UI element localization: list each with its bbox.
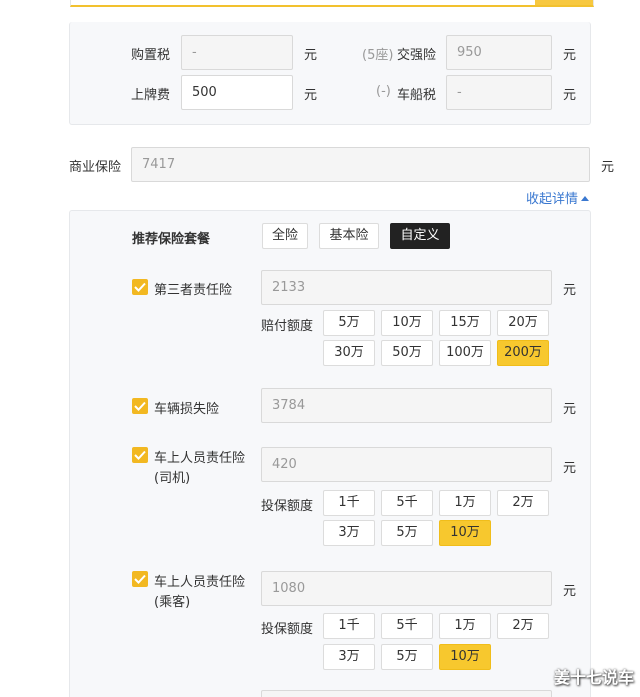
amount-option[interactable]: 30万 (323, 340, 375, 366)
checkmark-icon (134, 574, 146, 584)
amount-option[interactable]: 5千 (381, 490, 433, 516)
unit-label: 元 (304, 48, 318, 63)
checkmark-icon (134, 401, 146, 411)
amount-option[interactable]: 20万 (497, 310, 549, 336)
vehicle-loss-label: 车辆损失险 (154, 402, 220, 417)
vessel-tax-note: (-) (376, 84, 391, 99)
package-basic-button[interactable]: 基本险 (319, 223, 379, 249)
driver-liability-field: 420 (261, 447, 552, 482)
compulsory-insurance-label: 交强险 (397, 48, 437, 63)
collapse-details-label: 收起详情 (526, 192, 579, 207)
amount-option[interactable]: 5万 (381, 520, 433, 546)
amount-option-selected[interactable]: 10万 (439, 644, 491, 670)
amount-option[interactable]: 2万 (497, 490, 549, 516)
amount-option[interactable]: 5万 (381, 644, 433, 670)
next-coverage-field (261, 690, 552, 697)
amount-option[interactable]: 1万 (439, 613, 491, 639)
third-party-label: 第三者责任险 (154, 283, 233, 298)
unit-label: 元 (563, 283, 577, 298)
driver-amount-label: 投保额度 (261, 499, 314, 514)
amount-option[interactable]: 50万 (381, 340, 433, 366)
passenger-amount-label: 投保额度 (261, 622, 314, 637)
vessel-tax-label: 车船税 (397, 88, 437, 103)
plate-fee-label: 上牌费 (131, 88, 171, 103)
checkmark-icon (134, 450, 146, 460)
commercial-insurance-label: 商业保险 (69, 160, 122, 175)
third-party-field: 2133 (261, 270, 552, 305)
top-form-strip (70, 0, 594, 7)
collapse-details-link[interactable]: 收起详情 (526, 188, 590, 207)
unit-label: 元 (563, 88, 577, 103)
vessel-tax-field: - (446, 75, 552, 110)
package-full-button[interactable]: 全险 (262, 223, 308, 249)
recommended-packages-label: 推荐保险套餐 (132, 232, 211, 247)
amount-option[interactable]: 100万 (439, 340, 491, 366)
amount-option-selected[interactable]: 200万 (497, 340, 549, 366)
compulsory-insurance-field: 950 (446, 35, 552, 70)
commercial-insurance-field: 7417 (131, 147, 590, 182)
passenger-liability-sublabel: (乘客) (154, 595, 191, 610)
amount-option[interactable]: 2万 (497, 613, 549, 639)
driver-liability-label: 车上人员责任险 (154, 451, 246, 466)
package-custom-button[interactable]: 自定义 (390, 223, 450, 249)
vehicle-loss-checkbox[interactable] (132, 398, 148, 414)
amount-option[interactable]: 1千 (323, 613, 375, 639)
compulsory-seat-note: (5座) (362, 48, 394, 63)
unit-label: 元 (601, 160, 615, 175)
unit-label: 元 (563, 402, 577, 417)
amount-option[interactable]: 5千 (381, 613, 433, 639)
amount-option-selected[interactable]: 10万 (439, 520, 491, 546)
passenger-liability-label: 车上人员责任险 (154, 575, 246, 590)
amount-option[interactable]: 15万 (439, 310, 491, 336)
watermark: 姜十七说车 (553, 668, 634, 687)
amount-option[interactable]: 3万 (323, 520, 375, 546)
amount-option[interactable]: 1千 (323, 490, 375, 516)
top-accent-button[interactable] (535, 0, 593, 5)
amount-option[interactable]: 10万 (381, 310, 433, 336)
unit-label: 元 (563, 48, 577, 63)
passenger-liability-checkbox[interactable] (132, 571, 148, 587)
purchase-tax-field: - (181, 35, 293, 70)
third-party-amount-label: 赔付额度 (261, 319, 314, 334)
amount-option[interactable]: 1万 (439, 490, 491, 516)
vehicle-loss-field: 3784 (261, 388, 552, 423)
purchase-tax-label: 购置税 (131, 48, 171, 63)
plate-fee-input[interactable]: 500 (181, 75, 293, 110)
unit-label: 元 (563, 584, 577, 599)
unit-label: 元 (563, 461, 577, 476)
checkmark-icon (134, 282, 146, 292)
amount-option[interactable]: 3万 (323, 644, 375, 670)
third-party-checkbox[interactable] (132, 279, 148, 295)
passenger-liability-field: 1080 (261, 571, 552, 606)
driver-liability-sublabel: (司机) (154, 471, 191, 486)
driver-liability-checkbox[interactable] (132, 447, 148, 463)
amount-option[interactable]: 5万 (323, 310, 375, 336)
caret-up-icon (581, 196, 590, 201)
unit-label: 元 (304, 88, 318, 103)
